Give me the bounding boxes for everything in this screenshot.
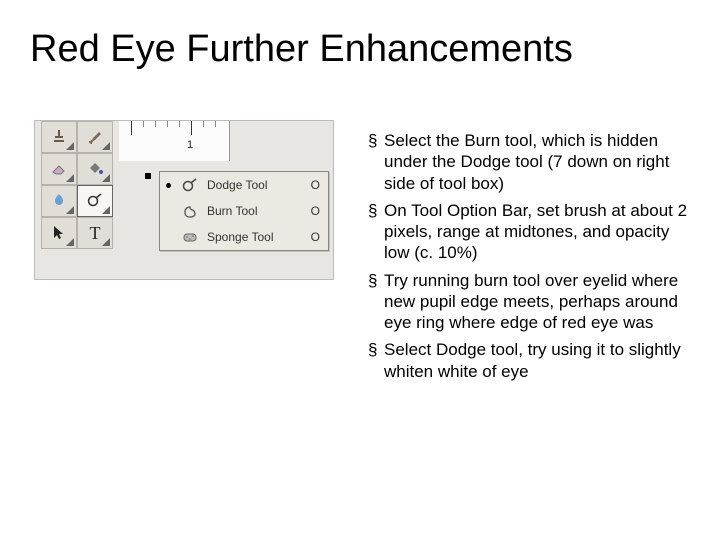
toolbox-figure: T 1 Dodge Tool O Burn Too: [34, 120, 334, 280]
ruler: 1: [119, 121, 230, 161]
slide-title: Red Eye Further Enhancements: [30, 28, 710, 71]
flyout-anchor-icon: [145, 173, 151, 179]
tool-slot[interactable]: [41, 217, 77, 249]
arrow-icon: [51, 224, 67, 243]
bullet-text: On Tool Option Bar, set brush at about 2…: [384, 200, 694, 264]
bullet-text: Select the Burn tool, which is hidden un…: [384, 130, 694, 194]
tool-slot[interactable]: [41, 153, 77, 185]
type-icon: T: [90, 223, 101, 244]
flyout-item-shortcut: O: [306, 178, 320, 192]
tool-slot[interactable]: [77, 153, 113, 185]
sponge-icon: [181, 229, 199, 245]
tool-palette: T: [41, 121, 115, 249]
tool-flyout-menu: Dodge Tool O Burn Tool O Sponge Tool O: [159, 171, 329, 251]
flyout-item-burn[interactable]: Burn Tool O: [160, 198, 328, 224]
tool-slot[interactable]: [77, 121, 113, 153]
list-item: § On Tool Option Bar, set brush at about…: [368, 200, 694, 264]
ruler-label: 1: [187, 139, 193, 151]
bullet-text: Select Dodge tool, try using it to sligh…: [384, 339, 694, 382]
flyout-item-label: Dodge Tool: [207, 178, 298, 192]
list-item: § Try running burn tool over eyelid wher…: [368, 270, 694, 334]
flyout-item-sponge[interactable]: Sponge Tool O: [160, 224, 328, 250]
tool-slot-active[interactable]: [77, 185, 113, 217]
flyout-item-shortcut: O: [306, 204, 320, 218]
bullet-marker: §: [368, 200, 384, 221]
dodge-icon: [181, 177, 199, 193]
burn-icon: [181, 203, 199, 219]
tool-slot[interactable]: [41, 121, 77, 153]
tool-slot[interactable]: T: [77, 217, 113, 249]
flyout-item-label: Sponge Tool: [207, 230, 298, 244]
bullet-marker: §: [368, 130, 384, 151]
bullet-text: Try running burn tool over eyelid where …: [384, 270, 694, 334]
selected-dot-icon: [166, 183, 171, 188]
bullet-list: § Select the Burn tool, which is hidden …: [368, 130, 694, 388]
list-item: § Select the Burn tool, which is hidden …: [368, 130, 694, 194]
flyout-item-shortcut: O: [306, 230, 320, 244]
flyout-item-dodge[interactable]: Dodge Tool O: [160, 172, 328, 198]
bullet-marker: §: [368, 270, 384, 291]
list-item: § Select Dodge tool, try using it to sli…: [368, 339, 694, 382]
flyout-item-label: Burn Tool: [207, 204, 298, 218]
tool-slot[interactable]: [41, 185, 77, 217]
bullet-marker: §: [368, 339, 384, 360]
